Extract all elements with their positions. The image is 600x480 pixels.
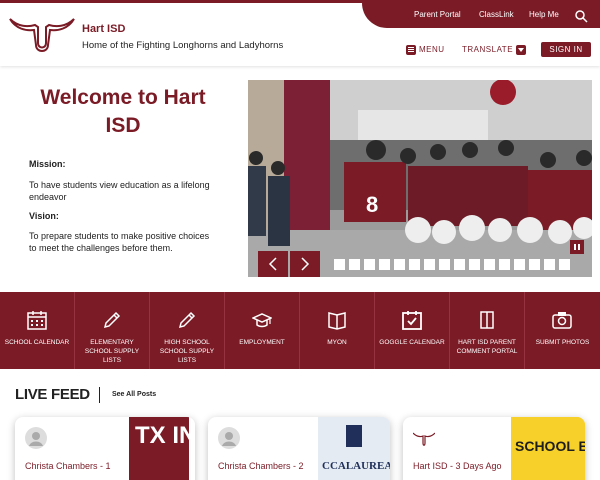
search-icon[interactable] <box>574 9 588 23</box>
parent-portal-link[interactable]: Parent Portal <box>414 10 461 19</box>
pencil-icon <box>178 311 196 329</box>
translate-button[interactable]: TRANSLATE <box>462 44 527 55</box>
slide-dot[interactable] <box>559 259 570 270</box>
classlink-link[interactable]: ClassLink <box>479 10 514 19</box>
quicklink-label: GOGGLE CALENDAR <box>379 339 445 346</box>
feed-card[interactable]: Christa Chambers - 1 TX ING <box>15 417 195 480</box>
menu-label: MENU <box>419 45 445 54</box>
slide-dot[interactable] <box>544 259 555 270</box>
slide-dot[interactable] <box>349 259 360 270</box>
svg-text:8: 8 <box>366 192 378 217</box>
quicklink-myon[interactable]: MYON <box>300 292 375 369</box>
feed-card[interactable]: Christa Chambers - 2 CCALAUREA SERVICE <box>208 417 390 480</box>
sign-in-button[interactable]: SIGN IN <box>541 42 591 57</box>
quicklink-elementary-supply-lists[interactable]: ELEMENTARY SCHOOL SUPPLY LISTS <box>75 292 150 369</box>
slide-dot[interactable] <box>484 259 495 270</box>
quicklink-school-calendar[interactable]: SCHOOL CALENDAR <box>0 292 75 369</box>
next-slide-button[interactable] <box>290 251 320 277</box>
chevron-left-icon <box>268 257 277 271</box>
quicklink-employment[interactable]: EMPLOYMENT <box>225 292 300 369</box>
slide-dot[interactable] <box>529 259 540 270</box>
calendar-icon <box>27 311 47 330</box>
feed-card-author[interactable]: Hart ISD - 3 Days Ago <box>413 460 503 472</box>
live-feed-heading: LIVE FEED <box>15 386 90 403</box>
slide-indicators <box>334 259 570 270</box>
slide-dot[interactable] <box>454 259 465 270</box>
translate-label: TRANSLATE <box>462 45 514 54</box>
quicklink-label: HART ISD PARENT COMMENT PORTAL <box>456 339 518 355</box>
slide-dot[interactable] <box>499 259 510 270</box>
slide-dot[interactable] <box>514 259 525 270</box>
previous-slide-button[interactable] <box>258 251 288 277</box>
chevron-right-icon <box>301 257 310 271</box>
graduation-cap-icon <box>252 313 272 328</box>
welcome-heading: Welcome to Hart ISD <box>40 86 206 137</box>
vision-text: To prepare students to make positive cho… <box>29 231 210 253</box>
feed-card-author[interactable]: Christa Chambers - 2 <box>218 460 308 472</box>
slide-dot[interactable] <box>394 259 405 270</box>
book-icon <box>328 312 346 330</box>
quicklink-label: ELEMENTARY SCHOOL SUPPLY LISTS <box>84 339 140 364</box>
vision-heading: Vision: <box>29 211 59 221</box>
avatar <box>218 427 240 449</box>
quicklink-label: SCHOOL CALENDAR <box>4 339 70 346</box>
site-name[interactable]: Hart ISD <box>82 23 125 35</box>
quick-links-bar: SCHOOL CALENDAR ELEMENTARY SCHOOL SUPPLY… <box>0 292 600 369</box>
utility-bar: Parent Portal ClassLink Help Me <box>362 3 600 28</box>
quicklink-label: MYON <box>327 339 347 346</box>
slide-dot[interactable] <box>424 259 435 270</box>
site-tagline: Home of the Fighting Longhorns and Ladyh… <box>82 40 284 51</box>
mission-heading: Mission: <box>29 159 66 169</box>
pause-button[interactable] <box>570 240 584 254</box>
pencil-icon <box>103 311 121 329</box>
feed-card-image: CCALAUREA SERVICE <box>318 417 390 480</box>
camera-icon <box>552 312 572 329</box>
slide-dot[interactable] <box>334 259 345 270</box>
quicklink-google-calendar[interactable]: GOGGLE CALENDAR <box>375 292 450 369</box>
quicklink-label: EMPLOYMENT <box>239 339 285 346</box>
feed-card[interactable]: Hart ISD - 3 Days Ago SCHOOL BUS VER <box>403 417 585 480</box>
feed-card-image-text: CCALAUREA SERVICE <box>322 460 390 472</box>
longhorn-logo-icon <box>412 427 436 449</box>
slide-dot[interactable] <box>439 259 450 270</box>
slide-dot[interactable] <box>379 259 390 270</box>
photo-slideshow[interactable]: 8 <box>248 80 592 277</box>
quicklink-high-school-supply-lists[interactable]: HIGH SCHOOL SCHOOL SUPPLY LISTS <box>150 292 225 369</box>
open-book-icon <box>480 311 494 329</box>
chevron-down-icon <box>516 44 527 55</box>
slide-dot[interactable] <box>409 259 420 270</box>
see-all-posts-link[interactable]: See All Posts <box>112 391 156 398</box>
mission-text: To have students view education as a lif… <box>29 180 210 202</box>
feed-card-image: TX ING <box>123 417 195 480</box>
feed-card-image-text: SCHOOL BUS VER <box>515 438 585 454</box>
quicklink-parent-comment-portal[interactable]: HART ISD PARENT COMMENT PORTAL <box>450 292 525 369</box>
divider <box>99 387 100 403</box>
slide-dot[interactable] <box>364 259 375 270</box>
slide-dot[interactable] <box>469 259 480 270</box>
slide-photo: 8 <box>248 80 592 277</box>
feed-card-image-text: TX ING <box>135 422 195 449</box>
feed-card-author[interactable]: Christa Chambers - 1 <box>25 460 115 472</box>
site-header: Hart ISD Home of the Fighting Longhorns … <box>0 0 600 66</box>
feed-card-image: SCHOOL BUS VER <box>511 417 585 480</box>
menu-button[interactable]: MENU <box>406 44 445 55</box>
quicklink-label: HIGH SCHOOL SCHOOL SUPPLY LISTS <box>159 339 215 364</box>
quicklink-submit-photos[interactable]: SUBMIT PHOTOS <box>525 292 600 369</box>
help-me-link[interactable]: Help Me <box>529 10 559 19</box>
avatar <box>25 427 47 449</box>
longhorn-logo-icon[interactable] <box>8 13 76 53</box>
quicklink-label: SUBMIT PHOTOS <box>535 339 590 346</box>
calendar-check-icon <box>402 311 422 330</box>
hamburger-icon <box>406 44 416 55</box>
